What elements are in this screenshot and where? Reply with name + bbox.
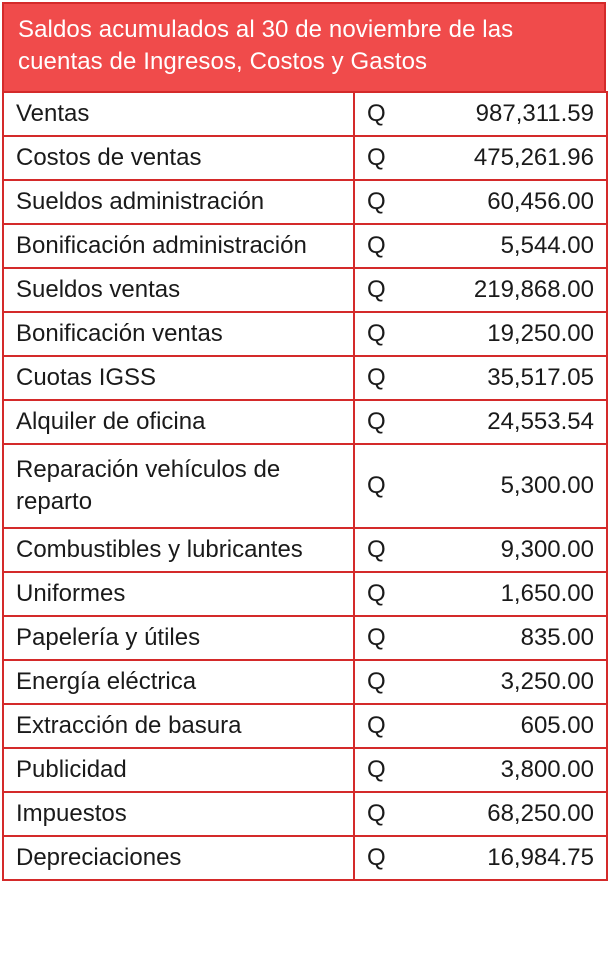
amount-value: 3,250.00 xyxy=(500,668,594,695)
table-row: Impuestos Q 68,250.00 xyxy=(2,791,608,837)
account-name: Ventas xyxy=(2,91,355,137)
table-row: Papelería y útiles Q 835.00 xyxy=(2,615,608,661)
amount-value: 5,544.00 xyxy=(500,232,594,259)
amount-value: 219,868.00 xyxy=(473,276,594,303)
currency-symbol: Q xyxy=(367,364,386,391)
amount-value: 835.00 xyxy=(520,624,594,651)
account-balance: Q 475,261.96 xyxy=(353,135,608,181)
account-name: Costos de ventas xyxy=(2,135,355,181)
currency-symbol: Q xyxy=(367,624,386,651)
account-name: Combustibles y lubricantes xyxy=(2,527,355,573)
amount-value: 24,553.54 xyxy=(487,408,594,435)
amount-value: 5,300.00 xyxy=(500,472,594,499)
account-balance: Q 68,250.00 xyxy=(353,791,608,837)
amount-value: 987,311.59 xyxy=(475,100,594,127)
table-row: Costos de ventas Q 475,261.96 xyxy=(2,135,608,181)
currency-symbol: Q xyxy=(367,276,386,303)
amount-value: 35,517.05 xyxy=(487,364,594,391)
account-balance: Q 987,311.59 xyxy=(353,91,608,137)
table-row: Depreciaciones Q 16,984.75 xyxy=(2,835,608,881)
currency-symbol: Q xyxy=(367,188,386,215)
currency-symbol: Q xyxy=(367,320,386,347)
amount-value: 19,250.00 xyxy=(487,320,594,347)
account-name: Alquiler de oficina xyxy=(2,399,355,445)
currency-symbol: Q xyxy=(367,472,386,499)
amount-value: 16,984.75 xyxy=(487,844,594,871)
account-name: Sueldos administración xyxy=(2,179,355,225)
table-row: Ventas Q 987,311.59 xyxy=(2,91,608,137)
amount-value: 9,300.00 xyxy=(500,536,594,563)
currency-symbol: Q xyxy=(367,408,386,435)
table-row: Bonificación administración Q 5,544.00 xyxy=(2,223,608,269)
currency-symbol: Q xyxy=(367,232,386,259)
table-row: Energía eléctrica Q 3,250.00 xyxy=(2,659,608,705)
amount-value: 1,650.00 xyxy=(500,580,594,607)
account-name: Impuestos xyxy=(2,791,355,837)
currency-symbol: Q xyxy=(367,800,386,827)
table-row: Sueldos ventas Q 219,868.00 xyxy=(2,267,608,313)
account-name: Cuotas IGSS xyxy=(2,355,355,401)
account-balance: Q 19,250.00 xyxy=(353,311,608,357)
account-name: Papelería y útiles xyxy=(2,615,355,661)
amount-value: 68,250.00 xyxy=(487,800,594,827)
table-row: Cuotas IGSS Q 35,517.05 xyxy=(2,355,608,401)
currency-symbol: Q xyxy=(367,668,386,695)
balances-table-container: Saldos acumulados al 30 de noviembre de … xyxy=(2,2,608,881)
account-name: Extracción de basura xyxy=(2,703,355,749)
account-balance: Q 219,868.00 xyxy=(353,267,608,313)
account-balance: Q 9,300.00 xyxy=(353,527,608,573)
account-name: Uniformes xyxy=(2,571,355,617)
account-balance: Q 5,544.00 xyxy=(353,223,608,269)
account-name: Sueldos ventas xyxy=(2,267,355,313)
account-balance: Q 35,517.05 xyxy=(353,355,608,401)
table-row: Uniformes Q 1,650.00 xyxy=(2,571,608,617)
currency-symbol: Q xyxy=(367,100,386,127)
account-name: Energía eléctrica xyxy=(2,659,355,705)
account-balance: Q 835.00 xyxy=(353,615,608,661)
account-balance: Q 3,800.00 xyxy=(353,747,608,793)
account-balance: Q 5,300.00 xyxy=(353,443,608,529)
account-balance: Q 16,984.75 xyxy=(353,835,608,881)
currency-symbol: Q xyxy=(367,712,386,739)
account-balance: Q 24,553.54 xyxy=(353,399,608,445)
currency-symbol: Q xyxy=(367,144,386,171)
balances-table: Ventas Q 987,311.59 Costos de ventas Q 475,26… xyxy=(2,91,608,881)
table-title: Saldos acumulados al 30 de noviembre de … xyxy=(2,2,606,91)
account-name: Bonificación administración xyxy=(2,223,355,269)
amount-value: 605.00 xyxy=(520,712,594,739)
account-balance: Q 1,650.00 xyxy=(353,571,608,617)
table-row: Alquiler de oficina Q 24,553.54 xyxy=(2,399,608,445)
amount-value: 3,800.00 xyxy=(500,756,594,783)
table-row: Extracción de basura Q 605.00 xyxy=(2,703,608,749)
account-name: Depreciaciones xyxy=(2,835,355,881)
account-balance: Q 3,250.00 xyxy=(353,659,608,705)
currency-symbol: Q xyxy=(367,580,386,607)
table-row: Combustibles y lubricantes Q 9,300.00 xyxy=(2,527,608,573)
table-row: Bonificación ventas Q 19,250.00 xyxy=(2,311,608,357)
table-row: Publicidad Q 3,800.00 xyxy=(2,747,608,793)
account-name: Reparación vehículos de reparto xyxy=(2,443,355,529)
currency-symbol: Q xyxy=(367,844,386,871)
amount-value: 60,456.00 xyxy=(487,188,594,215)
account-balance: Q 60,456.00 xyxy=(353,179,608,225)
currency-symbol: Q xyxy=(367,756,386,783)
account-balance: Q 605.00 xyxy=(353,703,608,749)
currency-symbol: Q xyxy=(367,536,386,563)
table-body: Ventas Q 987,311.59 Costos de ventas Q 475,26… xyxy=(2,91,608,881)
account-name: Publicidad xyxy=(2,747,355,793)
table-row: Reparación vehículos de reparto Q 5,300.00 xyxy=(2,443,608,529)
amount-value: 475,261.96 xyxy=(473,144,594,171)
table-row: Sueldos administración Q 60,456.00 xyxy=(2,179,608,225)
account-name: Bonificación ventas xyxy=(2,311,355,357)
